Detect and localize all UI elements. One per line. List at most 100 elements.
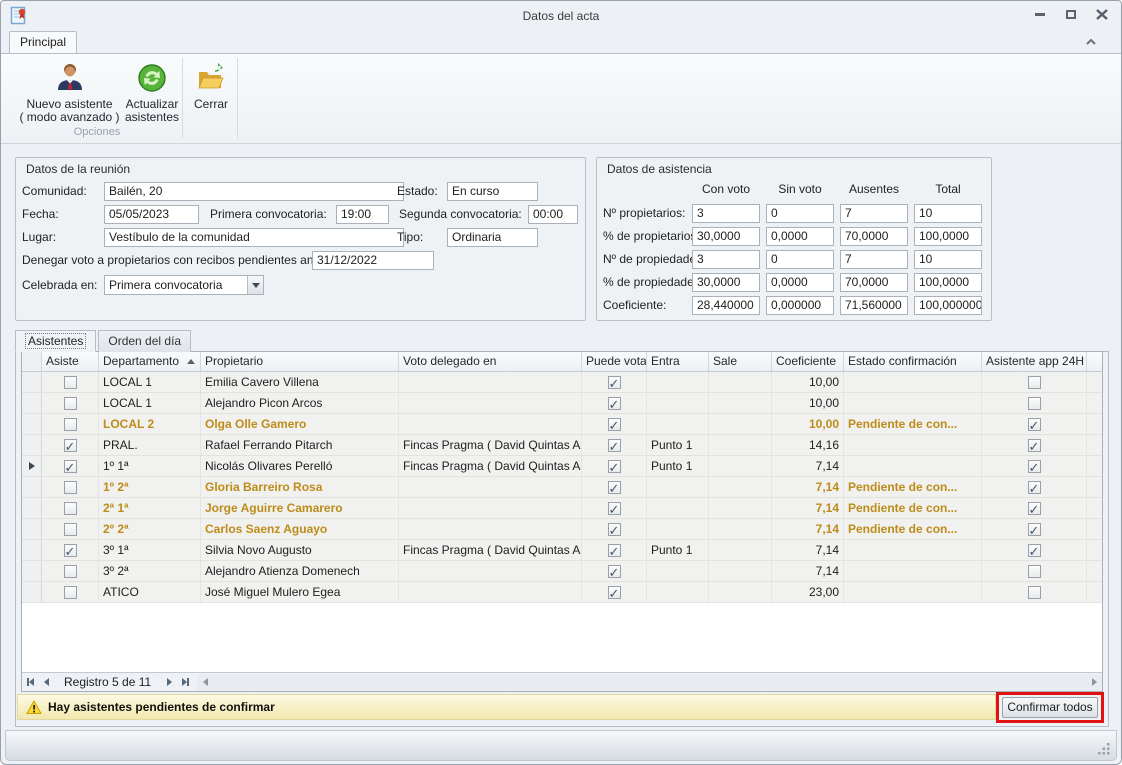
puede-votar-checkbox[interactable] — [608, 460, 621, 473]
horizontal-scrollbar[interactable] — [197, 674, 1102, 691]
asiste-checkbox[interactable] — [64, 481, 77, 494]
grid-row[interactable]: LOCAL 1Alejandro Picon Arcos10,00 — [22, 393, 1102, 414]
attendance-value-input[interactable]: 28,440000 — [692, 296, 760, 315]
puede-votar-checkbox[interactable] — [608, 586, 621, 599]
attendance-value-input[interactable]: 100,000000 — [914, 296, 982, 315]
attendance-value-input[interactable]: 10 — [914, 204, 982, 223]
col-header-puede-votar[interactable]: Puede votar — [582, 352, 647, 371]
asiste-checkbox[interactable] — [64, 460, 77, 473]
attendance-value-input[interactable]: 0,0000 — [766, 273, 834, 292]
attendance-value-input[interactable]: 70,0000 — [840, 227, 908, 246]
pager-prev-button[interactable] — [38, 674, 54, 691]
col-header-estado-confirmacion[interactable]: Estado confirmación — [844, 352, 982, 371]
asiste-checkbox[interactable] — [64, 418, 77, 431]
grid-row[interactable]: PRAL.Rafael Ferrando PitarchFincas Pragm… — [22, 435, 1102, 456]
col-header-coeficiente[interactable]: Coeficiente — [772, 352, 844, 371]
collapse-ribbon-button[interactable] — [1085, 36, 1099, 48]
tipo-input[interactable]: Ordinaria — [447, 228, 538, 247]
attendance-value-input[interactable]: 30,0000 — [692, 273, 760, 292]
minimize-button[interactable] — [1031, 7, 1049, 21]
puede-votar-checkbox[interactable] — [608, 376, 621, 389]
tab-asistentes[interactable]: Asistentes — [15, 330, 96, 352]
grid-row[interactable]: 1º 1ªNicolás Olivares PerellóFincas Prag… — [22, 456, 1102, 477]
scroll-left-button[interactable] — [197, 674, 213, 691]
grid-row[interactable]: 1º 2ªGloria Barreiro Rosa7,14Pendiente d… — [22, 477, 1102, 498]
asiste-checkbox[interactable] — [64, 523, 77, 536]
pager-last-button[interactable] — [177, 674, 193, 691]
primera-convocatoria-input[interactable]: 19:00 — [336, 205, 389, 224]
asiste-checkbox[interactable] — [64, 586, 77, 599]
segunda-convocatoria-input[interactable]: 00:00 — [528, 205, 578, 224]
fecha-input[interactable]: 05/05/2023 — [104, 205, 199, 224]
asiste-checkbox[interactable] — [64, 376, 77, 389]
grid-row[interactable]: 3º 2ªAlejandro Atienza Domenech7,14 — [22, 561, 1102, 582]
asiste-checkbox[interactable] — [64, 544, 77, 557]
close-form-button[interactable]: Cerrar — [187, 58, 235, 111]
attendance-value-input[interactable]: 100,0000 — [914, 273, 982, 292]
attendance-value-input[interactable]: 7 — [840, 204, 908, 223]
puede-votar-checkbox[interactable] — [608, 502, 621, 515]
col-header-entra[interactable]: Entra — [647, 352, 709, 371]
grid-row[interactable]: 2º 2ªCarlos Saenz Aguayo7,14Pendiente de… — [22, 519, 1102, 540]
asistente-app-checkbox[interactable] — [1028, 397, 1041, 410]
asiste-checkbox[interactable] — [64, 565, 77, 578]
asiste-checkbox[interactable] — [64, 439, 77, 452]
resize-grip[interactable] — [1098, 743, 1111, 756]
denegar-voto-fecha-input[interactable]: 31/12/2022 — [312, 251, 434, 270]
puede-votar-checkbox[interactable] — [608, 418, 621, 431]
attendance-value-input[interactable]: 71,560000 — [840, 296, 908, 315]
col-header-sale[interactable]: Sale — [709, 352, 772, 371]
asistente-app-checkbox[interactable] — [1028, 586, 1041, 599]
attendance-value-input[interactable]: 0,000000 — [766, 296, 834, 315]
puede-votar-checkbox[interactable] — [608, 523, 621, 536]
confirmar-todos-button[interactable]: Confirmar todos — [1002, 697, 1098, 718]
attendance-value-input[interactable]: 0,0000 — [766, 227, 834, 246]
asistente-app-checkbox[interactable] — [1028, 481, 1041, 494]
grid-row[interactable]: 2ª 1ªJorge Aguirre Camarero7,14Pendiente… — [22, 498, 1102, 519]
asistente-app-checkbox[interactable] — [1028, 439, 1041, 452]
asistente-app-checkbox[interactable] — [1028, 502, 1041, 515]
grid-row[interactable]: LOCAL 2Olga Olle Gamero10,00Pendiente de… — [22, 414, 1102, 435]
asistente-app-checkbox[interactable] — [1028, 460, 1041, 473]
attendance-value-input[interactable]: 10 — [914, 250, 982, 269]
attendance-value-input[interactable]: 0 — [766, 204, 834, 223]
puede-votar-checkbox[interactable] — [608, 439, 621, 452]
puede-votar-checkbox[interactable] — [608, 565, 621, 578]
estado-input[interactable]: En curso — [447, 182, 538, 201]
pager-next-button[interactable] — [161, 674, 177, 691]
combo-dropdown-button[interactable] — [247, 276, 263, 294]
scroll-right-button[interactable] — [1086, 674, 1102, 691]
grid-row[interactable]: LOCAL 1Emilia Cavero Villena10,00 — [22, 372, 1102, 393]
col-header-propietario[interactable]: Propietario — [201, 352, 399, 371]
asistente-app-checkbox[interactable] — [1028, 523, 1041, 536]
tab-orden-del-dia[interactable]: Orden del día — [98, 330, 191, 352]
restore-button[interactable] — [1062, 7, 1080, 21]
comunidad-input[interactable]: Bailén, 20 — [104, 182, 404, 201]
puede-votar-checkbox[interactable] — [608, 481, 621, 494]
attendance-value-input[interactable]: 3 — [692, 204, 760, 223]
asistente-app-checkbox[interactable] — [1028, 418, 1041, 431]
attendance-value-input[interactable]: 3 — [692, 250, 760, 269]
col-header-departamento[interactable]: Departamento — [99, 352, 201, 371]
puede-votar-checkbox[interactable] — [608, 397, 621, 410]
col-header-asiste[interactable]: Asiste — [42, 352, 99, 371]
attendance-value-input[interactable]: 0 — [766, 250, 834, 269]
puede-votar-checkbox[interactable] — [608, 544, 621, 557]
asistente-app-checkbox[interactable] — [1028, 544, 1041, 557]
asiste-checkbox[interactable] — [64, 502, 77, 515]
grid-row[interactable]: ATICOJosé Miguel Mulero Egea23,00 — [22, 582, 1102, 603]
celebrada-en-combo[interactable]: Primera convocatoria — [104, 275, 264, 295]
attendance-value-input[interactable]: 30,0000 — [692, 227, 760, 246]
attendance-value-input[interactable]: 7 — [840, 250, 908, 269]
asiste-checkbox[interactable] — [64, 397, 77, 410]
lugar-input[interactable]: Vestíbulo de la comunidad — [104, 228, 404, 247]
asistente-app-checkbox[interactable] — [1028, 565, 1041, 578]
asistente-app-checkbox[interactable] — [1028, 376, 1041, 389]
col-header-asistente-app[interactable]: Asistente app 24H — [982, 352, 1087, 371]
col-header-voto-delegado[interactable]: Voto delegado en — [399, 352, 582, 371]
attendance-value-input[interactable]: 70,0000 — [840, 273, 908, 292]
new-attendee-button[interactable]: Nuevo asistente ( modo avanzado ) — [17, 58, 122, 124]
grid-row[interactable]: 3º 1ªSilvia Novo AugustoFincas Pragma ( … — [22, 540, 1102, 561]
close-button[interactable] — [1093, 7, 1111, 21]
refresh-attendees-button[interactable]: Actualizar asistentes — [122, 58, 182, 124]
